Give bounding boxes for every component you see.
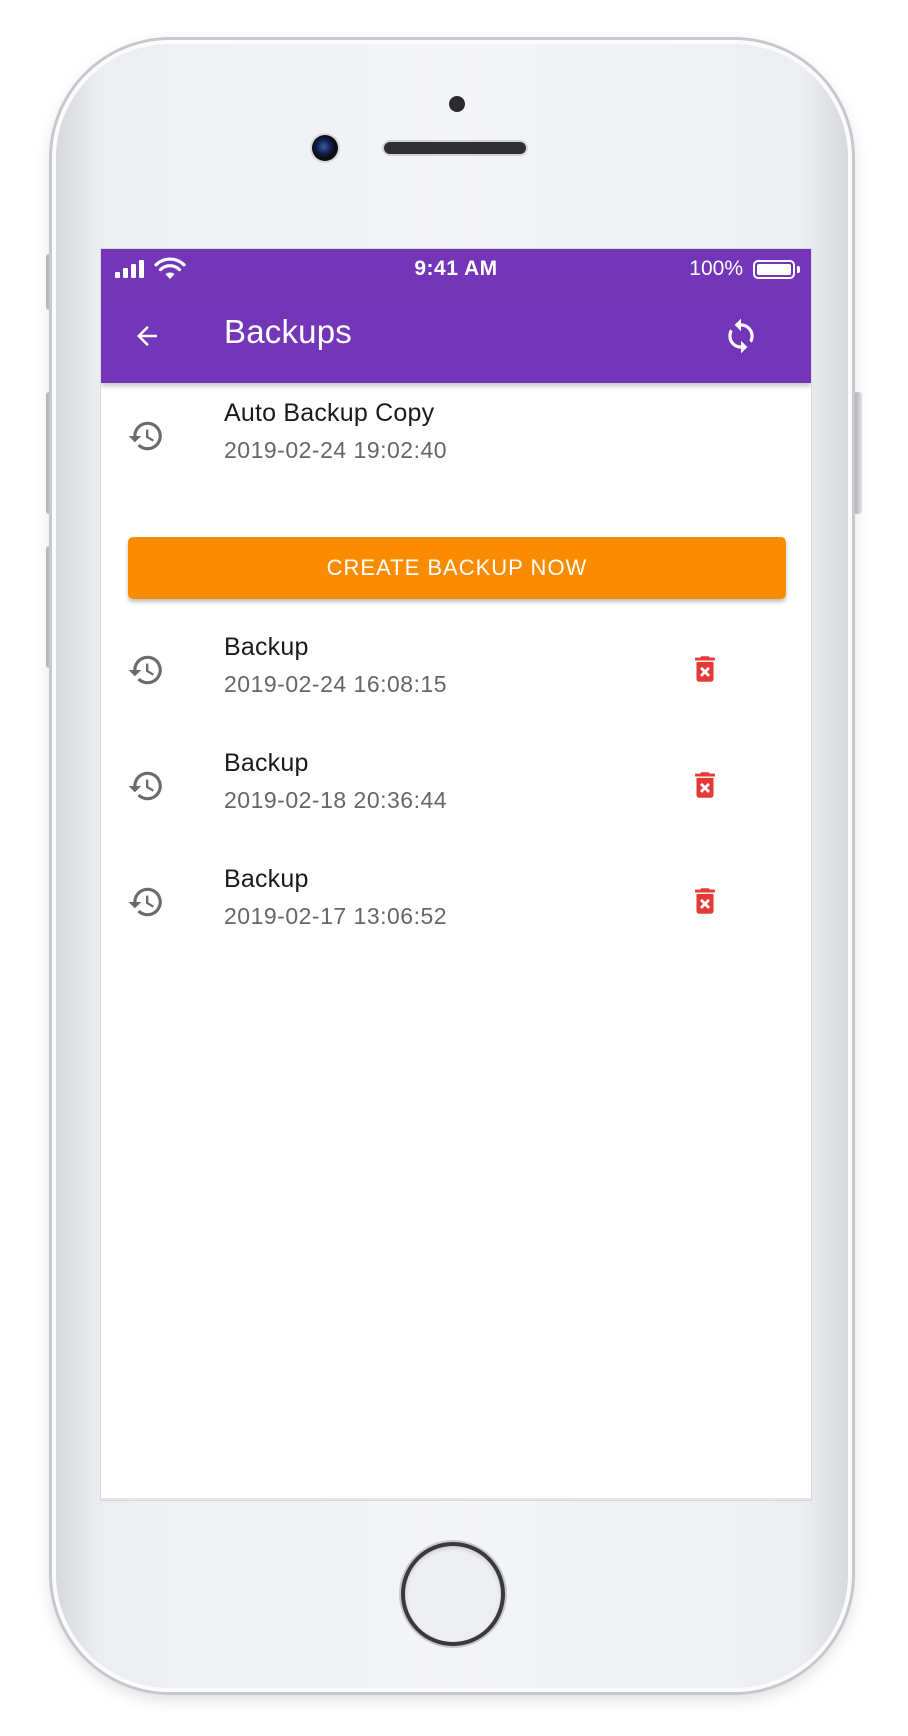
home-button[interactable]	[401, 1542, 505, 1646]
auto-backup-item[interactable]: Auto Backup Copy 2019-02-24 19:02:40	[101, 383, 811, 487]
power-button	[854, 392, 862, 514]
battery-percentage: 100%	[689, 257, 743, 280]
backup-timestamp: 2019-02-24 16:08:15	[224, 671, 448, 697]
create-backup-button[interactable]: CREATE BACKUP NOW	[128, 537, 786, 599]
backup-list-item[interactable]: Backup 2019-02-18 20:36:44	[101, 733, 811, 837]
history-icon	[128, 771, 162, 801]
proximity-sensor	[449, 96, 465, 112]
history-icon	[128, 421, 162, 451]
arrow-left-icon	[137, 326, 157, 346]
history-icon	[128, 655, 162, 685]
back-button[interactable]	[127, 316, 167, 356]
battery-tip	[797, 266, 800, 273]
phone-screen: 9:41 AM 100% Backups Auto Backup Copy 20…	[101, 249, 811, 1500]
backup-timestamp: 2019-02-17 13:06:52	[224, 903, 448, 929]
delete-forever-icon	[695, 772, 715, 798]
delete-forever-icon	[695, 656, 715, 682]
earpiece-speaker	[384, 142, 526, 154]
battery-icon	[753, 260, 795, 279]
delete-forever-icon	[695, 888, 715, 914]
backup-list-item[interactable]: Backup 2019-02-24 16:08:15	[101, 617, 811, 721]
status-bar: 9:41 AM 100%	[101, 249, 811, 289]
backup-title: Backup	[224, 865, 309, 893]
delete-backup-button[interactable]	[685, 647, 725, 691]
backup-list-item[interactable]: Backup 2019-02-17 13:06:52	[101, 849, 811, 953]
history-icon	[128, 887, 162, 917]
delete-backup-button[interactable]	[685, 763, 725, 807]
backup-timestamp: 2019-02-24 19:02:40	[224, 437, 448, 463]
refresh-button[interactable]	[719, 314, 763, 358]
backup-title: Auto Backup Copy	[224, 399, 435, 427]
screen-bottom-edge	[101, 1498, 811, 1500]
backup-list-content: Auto Backup Copy 2019-02-24 19:02:40 CRE…	[101, 383, 811, 1500]
device-mockup: 9:41 AM 100% Backups Auto Backup Copy 20…	[0, 0, 908, 1736]
backup-title: Backup	[224, 633, 309, 661]
backup-timestamp: 2019-02-18 20:36:44	[224, 787, 448, 813]
page-title: Backups	[224, 313, 352, 350]
backup-title: Backup	[224, 749, 309, 777]
front-camera	[312, 135, 338, 161]
refresh-icon	[728, 318, 754, 354]
delete-backup-button[interactable]	[685, 879, 725, 923]
app-bar: Backups	[101, 289, 811, 383]
